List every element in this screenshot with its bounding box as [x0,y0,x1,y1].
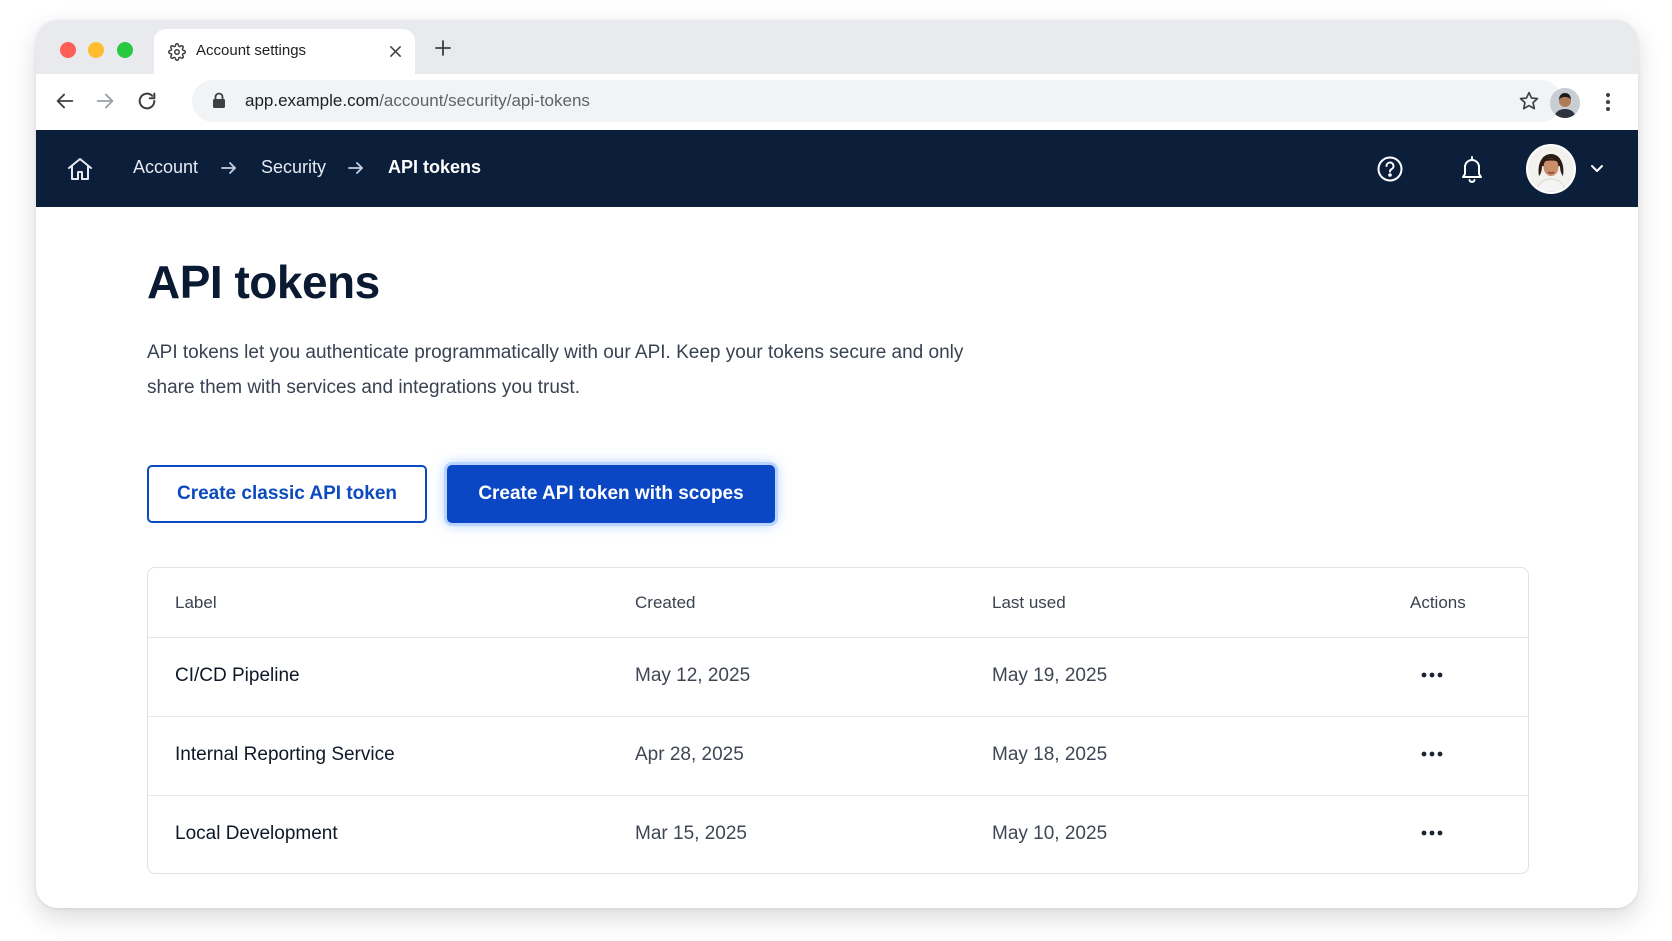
table-row: CI/CD Pipeline May 12, 2025 May 19, 2025 [148,638,1528,717]
url-text[interactable]: app.example.com/account/security/api-tok… [245,91,590,111]
page-title: API tokens [147,256,380,308]
tab-title: Account settings [196,42,307,59]
user-avatar[interactable] [1526,144,1576,194]
api-tokens-table: Label Created Last used Actions CI/CD Pi… [147,567,1529,874]
column-header-created: Created [635,593,696,612]
token-last-used: May 10, 2025 [992,823,1108,844]
browser-window: Account settings app.example.com/account… [36,20,1638,908]
arrow-right-icon [348,162,363,174]
table-row: Local Development Mar 15, 2025 May 10, 2… [148,796,1528,873]
token-created: Mar 15, 2025 [635,823,747,844]
table-header-row: Label Created Last used Actions [148,568,1528,638]
more-actions-icon[interactable] [1419,670,1445,680]
url-host: app.example.com [245,91,380,110]
url-path: /account/security/api-tokens [379,91,590,110]
token-last-used: May 19, 2025 [992,665,1108,686]
create-classic-token-button[interactable]: Create classic API token [147,465,427,523]
create-scoped-token-button[interactable]: Create API token with scopes [447,465,775,523]
table-row: Internal Reporting Service Apr 28, 2025 … [148,717,1528,796]
new-tab-icon[interactable] [434,39,452,57]
close-window-button[interactable] [60,42,76,58]
profile-photo-icon [1550,88,1580,118]
back-arrow-icon[interactable] [54,90,76,112]
arrow-right-icon [221,162,236,174]
home-icon[interactable] [66,155,94,183]
token-created: Apr 28, 2025 [635,744,744,765]
token-label: Internal Reporting Service [175,744,395,765]
breadcrumb-account[interactable]: Account [133,157,198,178]
column-header-actions: Actions [1410,593,1466,612]
main-content: API tokens API tokens let you authentica… [36,207,1638,908]
browser-tab[interactable]: Account settings [154,29,415,74]
token-label: CI/CD Pipeline [175,665,300,686]
address-bar[interactable]: app.example.com/account/security/api-tok… [192,80,1562,122]
chevron-down-icon[interactable] [1589,160,1605,176]
column-header-last-used: Last used [992,593,1066,612]
close-icon[interactable] [388,44,403,59]
bookmark-star-icon[interactable] [1518,90,1540,112]
column-header-label: Label [175,593,217,612]
user-photo-icon [1528,146,1574,192]
reload-icon[interactable] [136,90,158,112]
maximize-window-button[interactable] [117,42,133,58]
token-created: May 12, 2025 [635,665,751,686]
token-last-used: May 18, 2025 [992,744,1108,765]
breadcrumb-api-tokens: API tokens [388,157,482,177]
gear-icon [168,43,186,61]
lock-icon[interactable] [212,92,226,109]
breadcrumb-security[interactable]: Security [261,157,326,178]
browser-profile-avatar[interactable] [1550,88,1580,118]
help-icon[interactable] [1376,155,1404,183]
minimize-window-button[interactable] [88,42,104,58]
more-actions-icon[interactable] [1419,749,1445,759]
browser-toolbar: app.example.com/account/security/api-tok… [36,74,1638,130]
bell-icon[interactable] [1458,154,1486,184]
token-label: Local Development [175,823,338,844]
browser-menu-icon[interactable] [1603,91,1613,113]
app-header: Account Security API tokens [36,130,1638,207]
tab-strip: Account settings [36,20,1638,74]
forward-arrow-icon[interactable] [94,90,116,112]
more-actions-icon[interactable] [1419,828,1445,838]
page-description: API tokens let you authenticate programm… [147,342,964,398]
